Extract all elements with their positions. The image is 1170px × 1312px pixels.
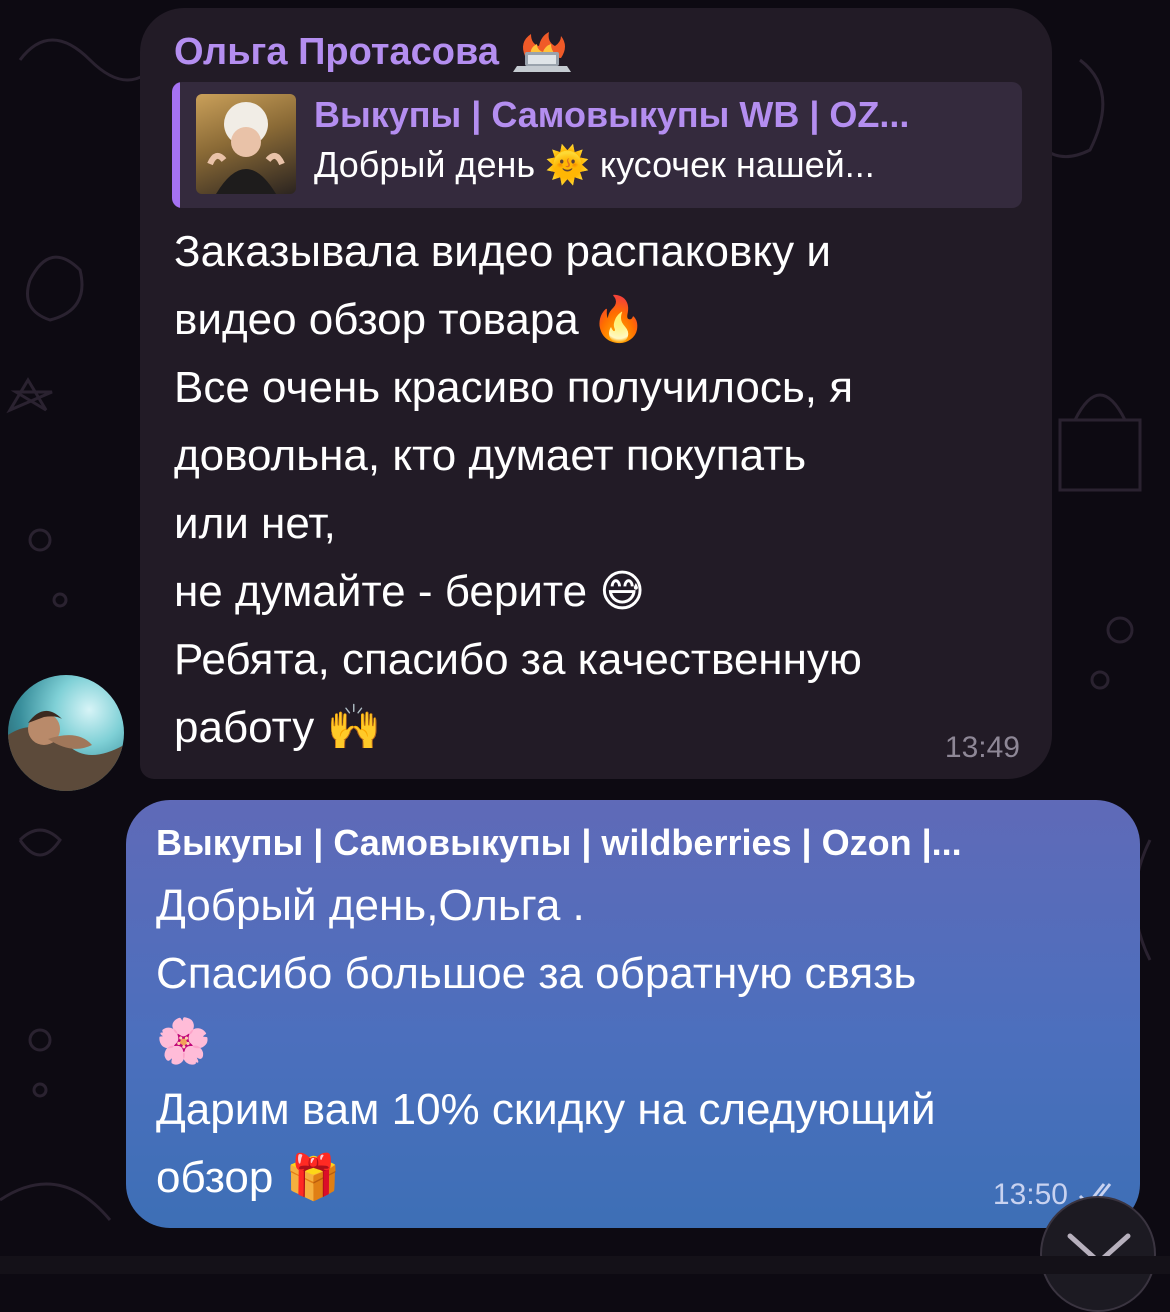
reply-title: Выкупы | Самовыкупы WB | OZ... xyxy=(314,94,910,135)
sender-name[interactable]: Ольга Протасова xyxy=(174,30,573,74)
message-timestamp: 13:49 xyxy=(944,731,1020,764)
reply-accent-bar xyxy=(172,82,180,208)
message-line: работу 🙌 xyxy=(174,703,382,752)
message-line: Все очень красиво получилось, я xyxy=(174,363,854,412)
sender-avatar[interactable] xyxy=(8,675,124,791)
channel-sender-name[interactable]: Выкупы | Самовыкупы | wildberries | Ozon… xyxy=(156,822,962,864)
message-line: или нет, xyxy=(174,499,336,548)
incoming-message-text: Заказывала видео распаковку и видео обзо… xyxy=(174,218,994,762)
message-line: обзор 🎁 xyxy=(156,1153,341,1202)
message-line: Заказывала видео распаковку и xyxy=(174,227,831,276)
outgoing-message-text: Добрый день,Ольга . Спасибо большое за о… xyxy=(156,872,1116,1212)
outgoing-message-bubble[interactable]: Выкупы | Самовыкупы | wildberries | Ozon… xyxy=(126,800,1140,1228)
message-line: Добрый день,Ольга . xyxy=(156,881,585,930)
scroll-to-bottom-button[interactable] xyxy=(1040,1196,1156,1312)
reply-thumbnail xyxy=(196,94,296,194)
message-line: довольна, кто думает покупать xyxy=(174,431,807,480)
bottom-bar xyxy=(0,1256,1170,1274)
message-line: Спасибо большое за обратную связь xyxy=(156,949,917,998)
reply-preview[interactable]: Выкупы | Самовыкупы WB | OZ... Добрый де… xyxy=(172,82,1022,208)
message-line: не думайте - берите 😅 xyxy=(174,567,646,616)
message-timestamp: 13:50 xyxy=(992,1178,1068,1211)
message-line: 🌸 xyxy=(156,1017,211,1066)
laptop-fire-icon xyxy=(512,32,571,72)
message-line: Ребята, спасибо за качественную xyxy=(174,635,862,684)
message-line: видео обзор товара 🔥 xyxy=(174,295,646,344)
message-line: Дарим вам 10% скидку на следующий xyxy=(156,1085,936,1134)
reply-text: Добрый день 🌞 кусочек нашей... xyxy=(314,144,875,185)
sender-name-text: Ольга Протасова xyxy=(174,30,499,73)
incoming-message-bubble[interactable]: Ольга Протасова Выкупы | Самовыкупы WB |… xyxy=(140,8,1052,779)
